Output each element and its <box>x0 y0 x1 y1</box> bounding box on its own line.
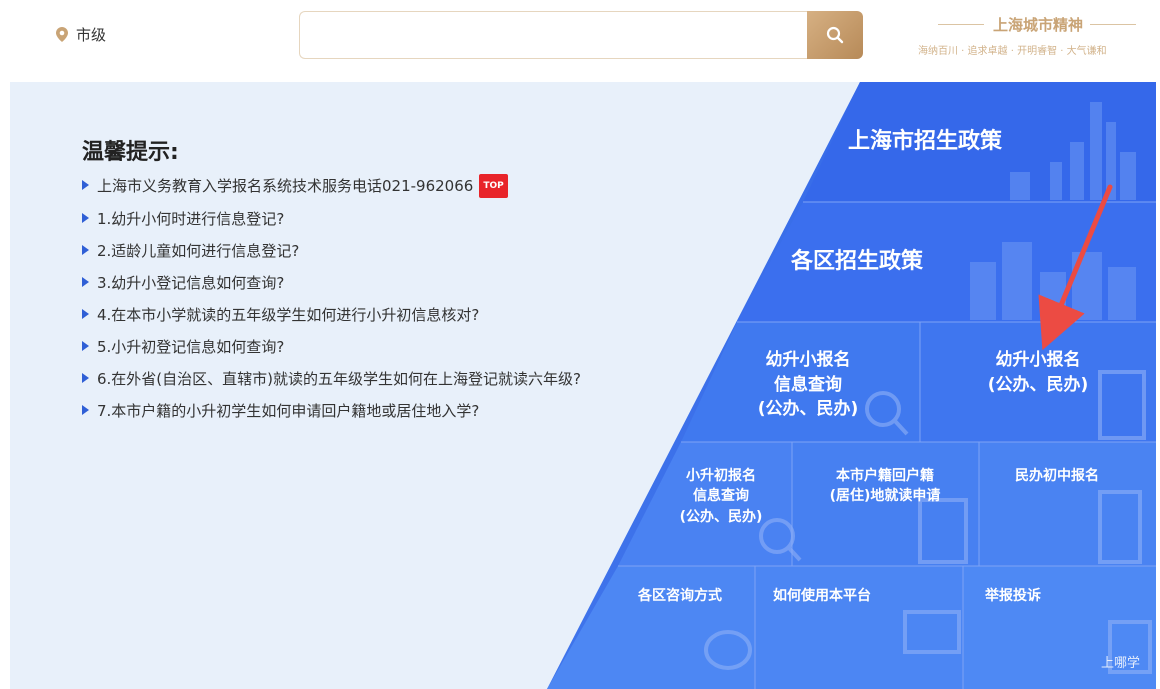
triangle-bullet-icon <box>82 309 89 319</box>
tile-district-contact[interactable] <box>547 566 755 689</box>
p-to-m-query-line-1: 小升初报名 <box>686 468 756 484</box>
city-spirit-slogan: 海纳百川 · 追求卓越 · 开明睿智 · 大气谦和 <box>918 46 1107 57</box>
location-label: 市级 <box>76 26 107 44</box>
report-label[interactable]: 举报投诉 <box>985 586 1041 606</box>
tip-text: 7.本市户籍的小升初学生如何申请回户籍地或居住地入学? <box>97 402 480 420</box>
tips-title: 温馨提示: <box>82 140 179 165</box>
tip-item-5[interactable]: 5.小升初登记信息如何查询? <box>82 336 602 358</box>
city-spirit-title: 上海城市精神 <box>918 14 1158 35</box>
triangle-bullet-icon <box>82 213 89 223</box>
p-to-m-query-line-3: (公办、民办) <box>679 508 763 525</box>
hukou-apply-label[interactable]: 本市户籍回户籍 (居住)地就读申请 <box>800 466 970 507</box>
tip-item-6[interactable]: 6.在外省(自治区、直辖市)就读的五年级学生如何在上海登记就读六年级? <box>82 368 602 390</box>
shanghai-policy-label[interactable]: 上海市招生政策 <box>848 126 1002 158</box>
tip-item-7[interactable]: 7.本市户籍的小升初学生如何申请回户籍地或居住地入学? <box>82 400 602 422</box>
top-badge: TOP <box>479 174 508 198</box>
k-to-p-query-line-3: (公办、民办) <box>757 399 859 420</box>
triangle-bullet-icon <box>82 180 89 190</box>
private-middle-label[interactable]: 民办初中报名 <box>1015 466 1099 486</box>
triangle-bullet-icon <box>82 341 89 351</box>
city-spirit-logo: 上海城市精神 海纳百川 · 追求卓越 · 开明睿智 · 大气谦和 <box>918 14 1158 60</box>
location-selector[interactable]: 市级 <box>56 24 106 45</box>
tip-text: 2.适龄儿童如何进行信息登记? <box>97 242 300 260</box>
search-icon <box>826 26 844 44</box>
tip-text: 4.在本市小学就读的五年级学生如何进行小升初信息核对? <box>97 306 480 324</box>
tile-how-to-use[interactable] <box>755 566 963 689</box>
location-pin-icon <box>56 27 68 42</box>
tip-item-3[interactable]: 3.幼升小登记信息如何查询? <box>82 272 602 294</box>
tip-item-hotline[interactable]: 上海市义务教育入学报名系统技术服务电话021-962066 TOP <box>82 174 602 198</box>
tip-item-2[interactable]: 2.适龄儿童如何进行信息登记? <box>82 240 602 262</box>
district-contact-label[interactable]: 各区咨询方式 <box>638 586 722 606</box>
watermark: 上哪学 <box>1100 656 1140 671</box>
k-to-p-register-line-2: (公办、民办) <box>987 374 1089 395</box>
p-to-m-query-line-2: 信息查询 <box>693 488 749 505</box>
triangle-bullet-icon <box>82 373 89 383</box>
p-to-m-query-label[interactable]: 小升初报名 信息查询 (公办、民办) <box>666 466 776 527</box>
main-panel: 上海市招生政策 各区招生政策 幼升小报名 信息查询 (公办、民办) 幼升小报名 … <box>10 82 1156 689</box>
tip-text: 6.在外省(自治区、直辖市)就读的五年级学生如何在上海登记就读六年级? <box>97 370 581 388</box>
tip-text: 1.幼升小何时进行信息登记? <box>97 210 285 228</box>
tip-text: 5.小升初登记信息如何查询? <box>97 338 285 356</box>
tip-text: 上海市义务教育入学报名系统技术服务电话021-962066 <box>97 177 474 195</box>
hukou-apply-line-2: (居住)地就读申请 <box>829 488 941 505</box>
district-policy-label[interactable]: 各区招生政策 <box>791 246 923 278</box>
header: 市级 上海城市精神 海纳百川 · 追求卓越 · 开明睿智 · 大气谦和 <box>0 0 1160 78</box>
how-to-use-label[interactable]: 如何使用本平台 <box>773 586 871 606</box>
search-input[interactable] <box>299 11 809 59</box>
triangle-bullet-icon <box>82 405 89 415</box>
tip-item-1[interactable]: 1.幼升小何时进行信息登记? <box>82 208 602 230</box>
triangle-bullet-icon <box>82 277 89 287</box>
k-to-p-register-label[interactable]: 幼升小报名 (公办、民办) <box>978 348 1098 397</box>
hukou-apply-line-1: 本市户籍回户籍 <box>836 468 934 484</box>
tile-private-middle[interactable] <box>979 442 1156 566</box>
k-to-p-register-line-1: 幼升小报名 <box>995 350 1081 370</box>
k-to-p-query-line-1: 幼升小报名 <box>765 350 851 370</box>
tips-list: 上海市义务教育入学报名系统技术服务电话021-962066 TOP 1.幼升小何时… <box>82 174 602 432</box>
triangle-bullet-icon <box>82 245 89 255</box>
k-to-p-query-label[interactable]: 幼升小报名 信息查询 (公办、民办) <box>748 348 868 422</box>
page: 市级 上海城市精神 海纳百川 · 追求卓越 · 开明睿智 · 大气谦和 上海市招… <box>0 0 1160 689</box>
search-button[interactable] <box>807 11 863 59</box>
k-to-p-query-line-2: 信息查询 <box>774 374 842 395</box>
tip-item-4[interactable]: 4.在本市小学就读的五年级学生如何进行小升初信息核对? <box>82 304 602 326</box>
tip-text: 3.幼升小登记信息如何查询? <box>97 274 285 292</box>
